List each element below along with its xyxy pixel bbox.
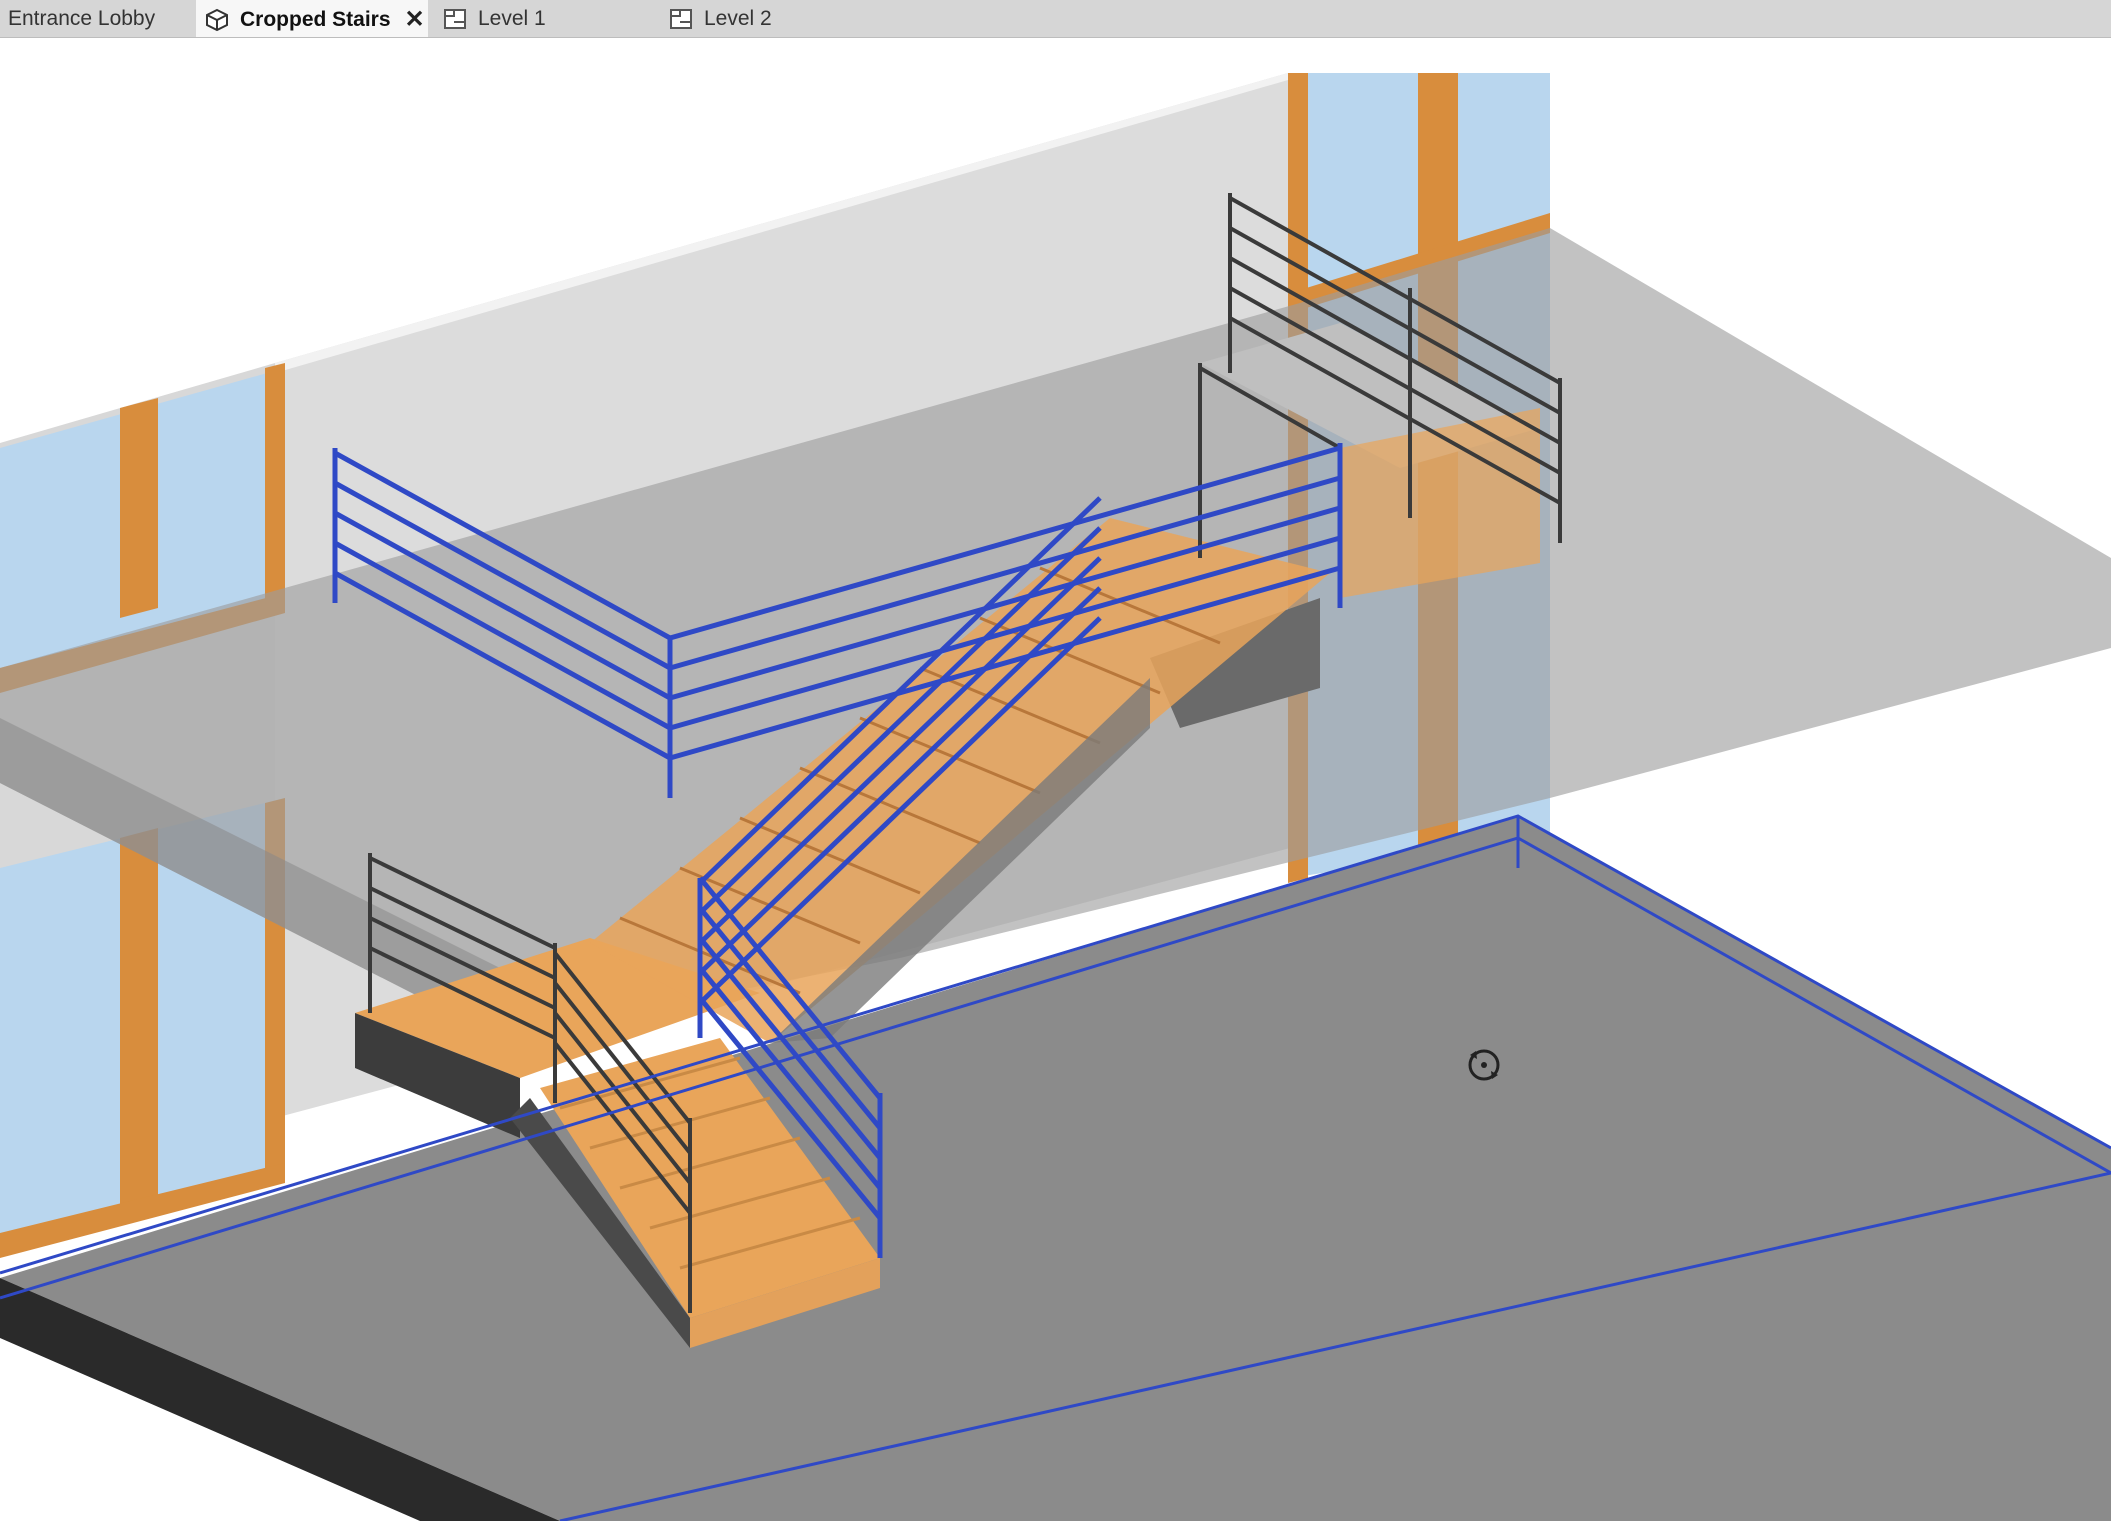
window-frame — [120, 828, 158, 1218]
tab-label: Level 2 — [704, 6, 772, 30]
view-tab-bar: Entrance Lobby Cropped Stairs ✕ Level 1 … — [0, 0, 2111, 38]
tab-label: Level 1 — [478, 6, 546, 30]
3d-view-icon — [204, 7, 230, 33]
floor-plan-icon — [668, 6, 694, 32]
tab-label: Cropped Stairs — [240, 7, 391, 31]
tab-cropped-stairs[interactable]: Cropped Stairs ✕ — [196, 0, 428, 37]
tab-level-1[interactable]: Level 1 — [438, 0, 658, 37]
tab-level-2[interactable]: Level 2 — [664, 0, 884, 37]
tab-entrance-lobby[interactable]: Entrance Lobby — [0, 0, 196, 37]
stair-model[interactable] — [0, 38, 2111, 1521]
3d-viewport[interactable] — [0, 38, 2111, 1521]
tab-label: Entrance Lobby — [8, 6, 156, 30]
floor-plan-icon — [442, 6, 468, 32]
window-frame — [265, 363, 285, 603]
close-tab-icon[interactable]: ✕ — [405, 5, 425, 34]
orbit-icon — [1468, 1049, 1500, 1081]
window-frame — [120, 398, 158, 618]
